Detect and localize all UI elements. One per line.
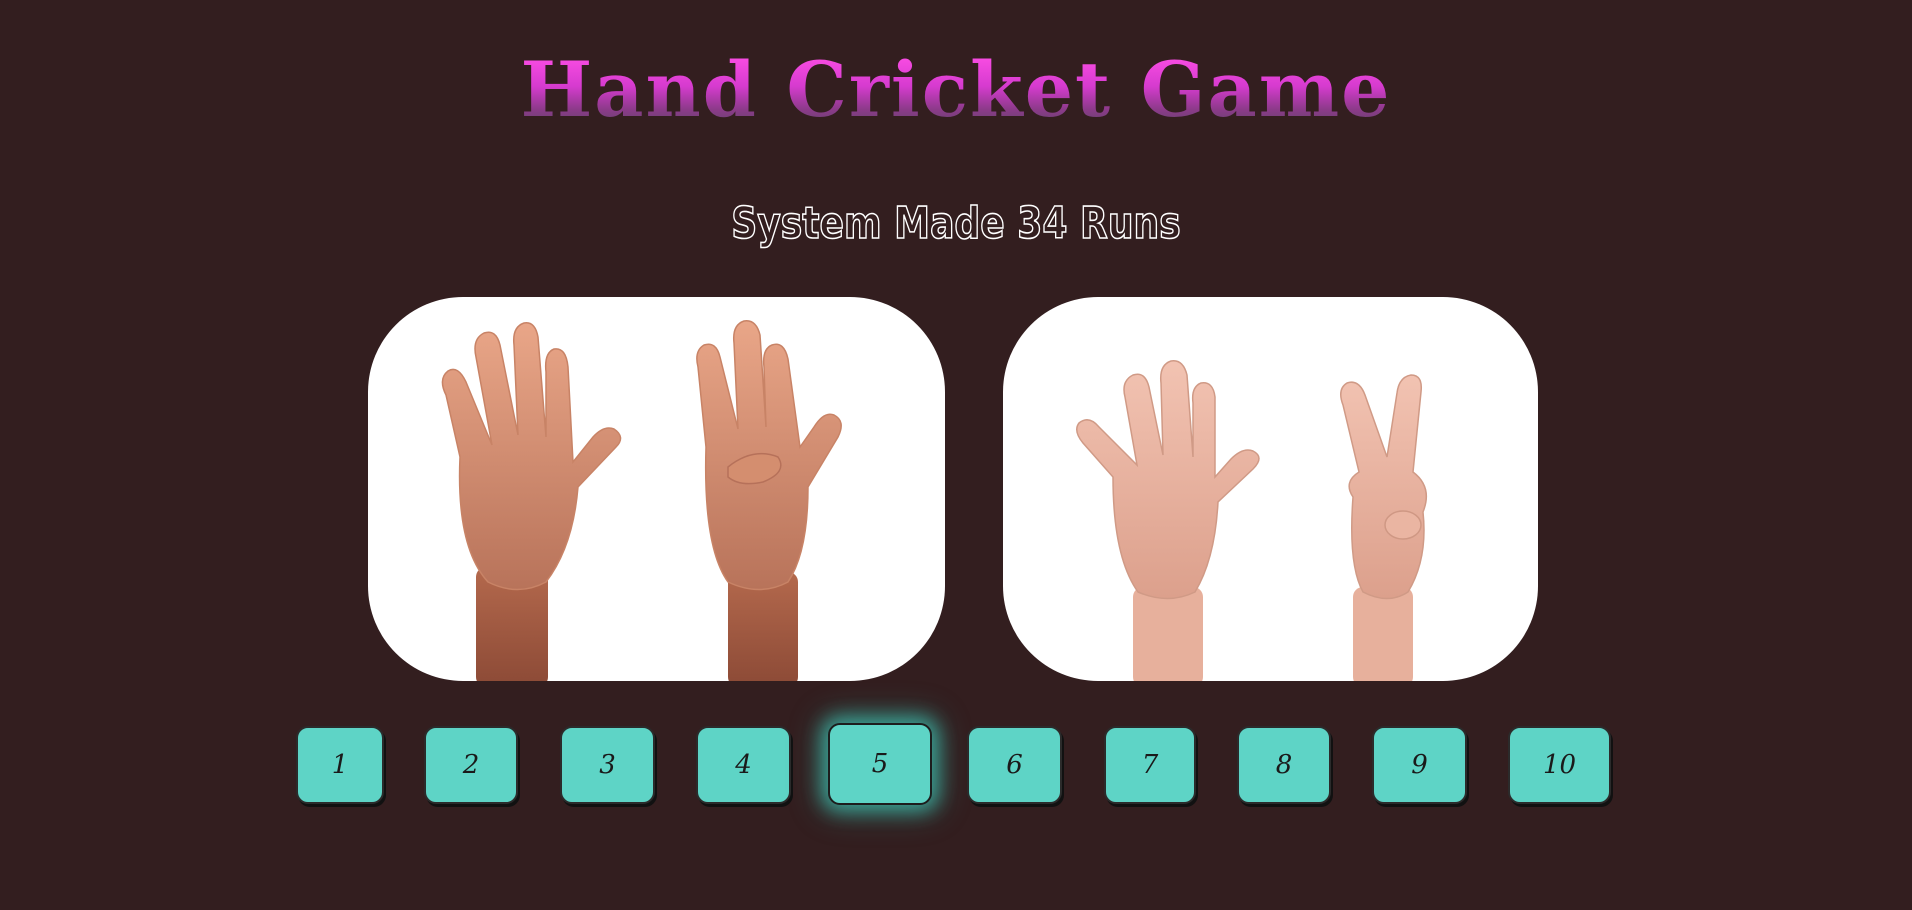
run-button-7[interactable]: 7 <box>1104 726 1196 804</box>
run-button-2[interactable]: 2 <box>424 726 518 804</box>
player-hand-image <box>368 297 945 681</box>
run-button-9[interactable]: 9 <box>1372 726 1467 804</box>
run-button-1[interactable]: 1 <box>296 726 384 804</box>
two-fingers-hand-icon <box>1340 374 1428 681</box>
run-button-5[interactable]: 5 <box>828 723 932 805</box>
four-fingers-hand-icon <box>696 320 842 681</box>
open-hand-icon <box>441 322 622 681</box>
run-button-6[interactable]: 6 <box>967 726 1062 804</box>
run-button-4[interactable]: 4 <box>696 726 791 804</box>
game-title: Hand Cricket Game <box>0 52 1912 128</box>
run-button-8[interactable]: 8 <box>1237 726 1331 804</box>
open-hand-icon <box>1076 360 1260 681</box>
score-status: System Made 34 Runs <box>731 198 1182 249</box>
run-button-10[interactable]: 10 <box>1508 726 1611 804</box>
run-button-3[interactable]: 3 <box>560 726 655 804</box>
system-hand-image <box>1003 297 1538 681</box>
run-buttons: 1 2 3 4 5 6 7 8 9 10 <box>0 723 1912 806</box>
